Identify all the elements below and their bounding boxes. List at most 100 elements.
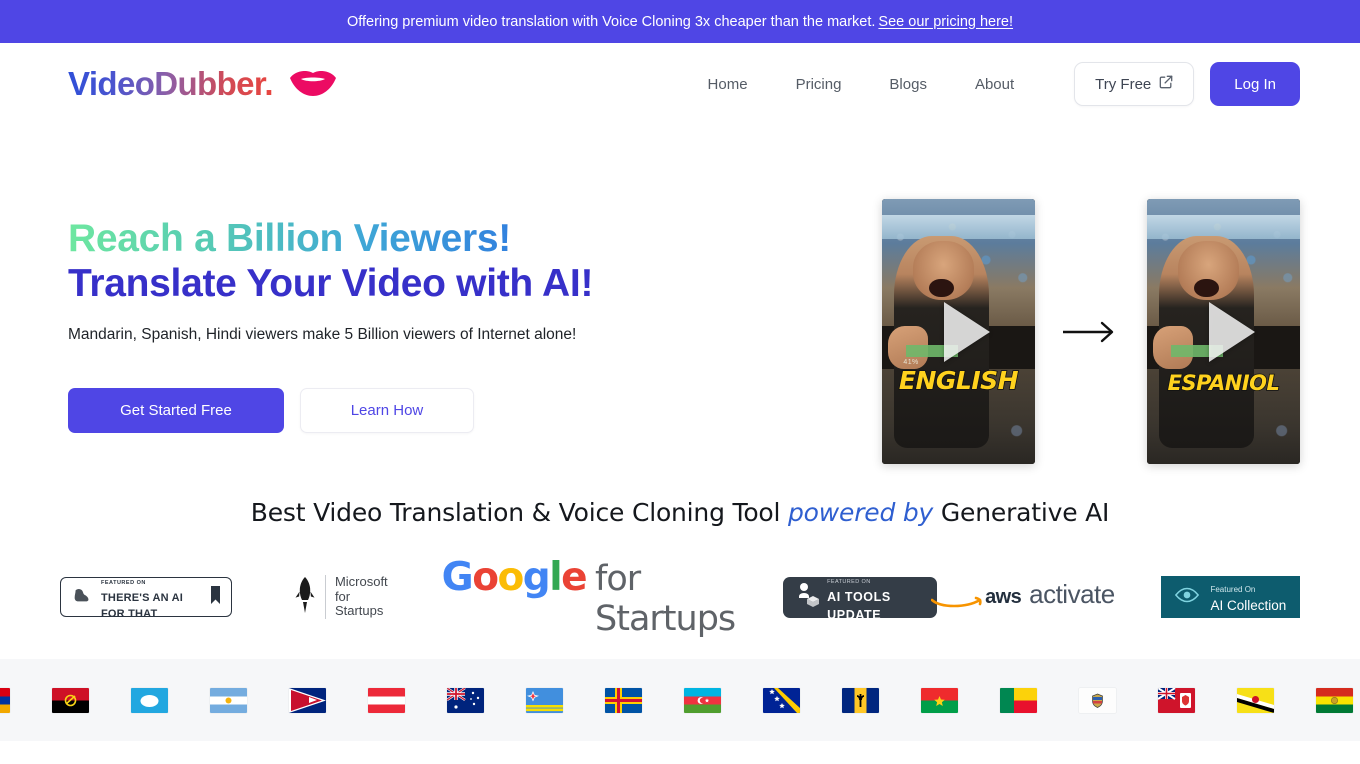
bookmark-icon xyxy=(210,585,221,609)
muscle-arm-icon xyxy=(71,584,93,611)
badge-text: FEATURED ON AI TOOLS UPDATE xyxy=(827,570,925,624)
hero-section: Reach a Billion Viewers! Translate Your … xyxy=(0,125,1360,464)
promo-banner-text: Offering premium video translation with … xyxy=(346,13,876,30)
badge-text: FEATURED ON THERE'S AN AI FOR THAT xyxy=(101,572,202,622)
target-video-thumbnail[interactable]: ESPANIOL xyxy=(1147,199,1300,464)
flag-item-american-samoa[interactable] xyxy=(268,687,347,713)
hero-headline-line2: Translate Your Video with AI! xyxy=(68,261,594,305)
google-badge-suffix: for Startups xyxy=(595,559,736,639)
person-mouth xyxy=(929,278,954,298)
aruba-flag-icon xyxy=(526,687,563,713)
flag-item-angola[interactable] xyxy=(31,687,110,713)
partner-badges: FEATURED ON THERE'S AN AI FOR THAT Micro… xyxy=(0,555,1360,639)
flag-item-argentina[interactable] xyxy=(189,687,268,713)
benin-flag-icon xyxy=(1000,687,1037,713)
azerbaijan-flag-icon xyxy=(684,687,721,713)
arrow-right-icon xyxy=(1061,319,1121,345)
badge-big-label: AI Collection xyxy=(1210,598,1287,613)
play-triangle-icon[interactable] xyxy=(943,301,990,362)
nav-item-home[interactable]: Home xyxy=(684,68,772,101)
learn-how-button[interactable]: Learn How xyxy=(300,388,474,434)
eye-icon xyxy=(1174,585,1200,610)
person-box-icon xyxy=(795,582,820,613)
flag-item-bermuda[interactable] xyxy=(1137,687,1216,713)
google-letter-g2: g xyxy=(522,555,551,600)
bolivia-flag-icon xyxy=(1316,687,1353,713)
hero-subheadline: Mandarin, Spanish, Hindi viewers make 5 … xyxy=(68,326,577,344)
badge-ai-collection[interactable]: Featured On AI Collection xyxy=(1160,576,1300,618)
australia-flag-icon xyxy=(447,687,484,713)
hero-headline-line1: Reach a Billion Viewers! xyxy=(68,218,768,260)
brand-name: VideoDubber. xyxy=(68,65,274,102)
flag-item-bolivia[interactable] xyxy=(1295,687,1360,713)
barbados-flag-icon xyxy=(842,687,879,713)
powered-prefix: Best Video Translation & Voice Cloning T… xyxy=(250,498,788,527)
flag-item-austria[interactable] xyxy=(347,687,426,713)
flag-item-barbados[interactable] xyxy=(821,687,900,713)
google-letter-e: e xyxy=(561,555,587,600)
aws-wordmark: aws xyxy=(985,586,1022,608)
nav-item-blogs[interactable]: Blogs xyxy=(865,68,951,101)
badge-big-label: AI TOOLS UPDATE xyxy=(827,590,891,622)
source-video-thumbnail[interactable]: 41% ENGLISH xyxy=(882,199,1035,464)
flag-item-aland-islands[interactable] xyxy=(584,687,663,713)
armenia-flag-icon xyxy=(0,687,10,713)
nav-item-about[interactable]: About xyxy=(951,68,1038,101)
hero-copy: Reach a Billion Viewers! Translate Your … xyxy=(68,199,768,434)
google-letter-o1: o xyxy=(472,555,499,600)
external-link-icon xyxy=(1159,75,1173,93)
play-triangle-icon[interactable] xyxy=(1208,301,1255,362)
bosnia-and-herzegovina-flag-icon xyxy=(763,687,800,713)
flag-item-armenia[interactable] xyxy=(0,687,31,713)
badge-aws-activate[interactable]: aws activate xyxy=(930,579,1115,615)
powered-emphasis: powered by xyxy=(788,498,934,527)
flag-item-antarctica[interactable] xyxy=(110,687,189,713)
argentina-flag-icon xyxy=(210,687,247,713)
badge-microsoft-for-startups[interactable]: Microsoft for Startups xyxy=(294,573,388,620)
try-free-button[interactable]: Try Free xyxy=(1074,62,1195,106)
stadium-band xyxy=(882,214,1035,239)
promo-pricing-link[interactable]: See our pricing here! xyxy=(878,14,1013,30)
flag-item-saint-barthelemy[interactable] xyxy=(1058,687,1137,713)
try-free-label: Try Free xyxy=(1095,75,1152,93)
source-language-caption: ENGLISH xyxy=(898,365,1019,396)
flag-item-aruba[interactable] xyxy=(505,687,584,713)
badge-ai-tools-update[interactable]: FEATURED ON AI TOOLS UPDATE xyxy=(783,576,938,622)
brand-logo[interactable]: VideoDubber. xyxy=(68,65,337,103)
google-logo: Google xyxy=(441,555,588,600)
lips-icon xyxy=(289,71,337,97)
badge-google-for-startups[interactable]: Google for Startups xyxy=(441,555,737,639)
language-flags-strip[interactable] xyxy=(0,659,1360,741)
saint-barthelemy-flag-icon xyxy=(1079,687,1116,713)
bermuda-flag-icon xyxy=(1158,687,1195,713)
badge-small-label: FEATURED ON xyxy=(101,579,146,586)
flag-item-brunei[interactable] xyxy=(1216,687,1295,713)
nav-item-pricing[interactable]: Pricing xyxy=(772,68,866,101)
brunei-flag-icon xyxy=(1237,687,1274,713)
target-language-caption: ESPANIOL xyxy=(1167,370,1281,396)
badge-line2: for Startups xyxy=(334,588,384,619)
burkina-faso-flag-icon xyxy=(921,687,958,713)
flag-item-burkina-faso[interactable] xyxy=(900,687,979,713)
promo-banner: Offering premium video translation with … xyxy=(0,0,1360,43)
angola-flag-icon xyxy=(52,687,89,713)
flag-item-benin[interactable] xyxy=(979,687,1058,713)
badge-theres-an-ai-for-that[interactable]: FEATURED ON THERE'S AN AI FOR THAT xyxy=(60,577,232,620)
badge-line1: Microsoft xyxy=(334,573,388,589)
flag-item-azerbaijan[interactable] xyxy=(663,687,742,713)
badge-big-label: THERE'S AN AI FOR THAT xyxy=(101,591,184,621)
austria-flag-icon xyxy=(368,687,405,713)
badge-small-label: Featured On xyxy=(1210,585,1256,594)
site-header: VideoDubber. Home Pricing Blogs About Tr… xyxy=(0,43,1360,125)
login-button[interactable]: Log In xyxy=(1210,62,1300,106)
flag-item-australia[interactable] xyxy=(426,687,505,713)
antarctica-flag-icon xyxy=(131,687,168,713)
flag-item-bosnia-and-herzegovina[interactable] xyxy=(742,687,821,713)
badge-text: Featured On AI Collection xyxy=(1210,579,1286,615)
google-letter-o2: o xyxy=(497,555,524,600)
stadium-band xyxy=(1147,214,1300,239)
get-started-free-button[interactable]: Get Started Free xyxy=(68,388,284,434)
google-letter-g: G xyxy=(441,555,474,600)
aws-activate-label: activate xyxy=(1029,579,1115,609)
aland-islands-flag-icon xyxy=(605,687,642,713)
